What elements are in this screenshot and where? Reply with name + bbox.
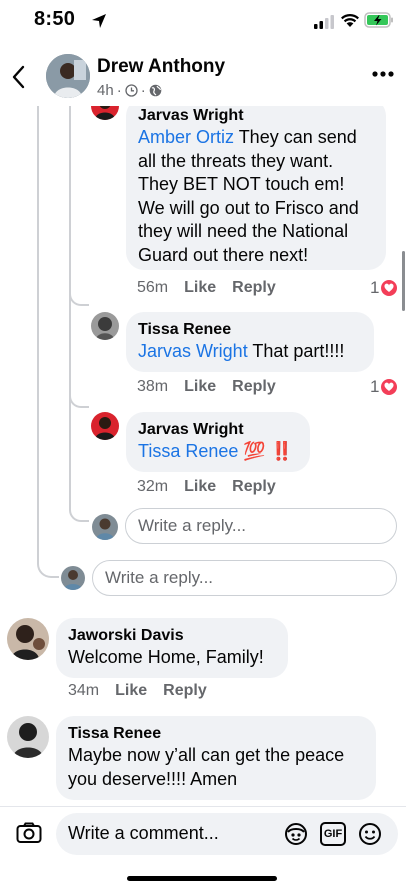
reply-input[interactable]: Write a reply... bbox=[125, 508, 397, 544]
comment-text: Tissa Renee 💯 ‼️ bbox=[138, 440, 298, 464]
comment-time: 34m bbox=[68, 682, 100, 699]
comment-actions: 34m Like Reply bbox=[68, 682, 207, 700]
comment-text: Amber Ortiz They can send all the threats… bbox=[138, 127, 359, 265]
reply-input[interactable]: Write a reply... bbox=[92, 560, 397, 596]
commenter-name[interactable]: Jarvas Wright bbox=[138, 420, 298, 440]
comment-time: 32m bbox=[137, 478, 169, 495]
clock-icon bbox=[125, 84, 138, 97]
comment-bubble: Tissa Renee Jarvas Wright That part!!!! bbox=[126, 312, 374, 372]
comment-time: 56m bbox=[137, 279, 169, 296]
current-user-avatar bbox=[92, 514, 118, 540]
commenter-avatar[interactable] bbox=[7, 618, 49, 660]
thread-line-inner-curve-3 bbox=[69, 508, 89, 522]
comment-actions: 32m Like Reply bbox=[137, 478, 276, 496]
more-options-icon[interactable] bbox=[372, 70, 394, 78]
commenter-avatar[interactable] bbox=[91, 312, 119, 340]
like-button[interactable]: Like bbox=[184, 279, 216, 297]
battery-charging-icon bbox=[364, 12, 393, 28]
like-button[interactable]: Like bbox=[184, 478, 216, 496]
reply-button[interactable]: Reply bbox=[163, 682, 207, 700]
reply-button[interactable]: Reply bbox=[232, 378, 276, 396]
scroll-indicator[interactable] bbox=[402, 251, 405, 311]
reaction-count[interactable]: 1 bbox=[370, 377, 398, 397]
comment-time: 38m bbox=[137, 378, 169, 395]
commenter-name[interactable]: Jaworski Davis bbox=[68, 626, 276, 646]
wifi-icon bbox=[341, 13, 359, 27]
reply-button[interactable]: Reply bbox=[232, 279, 276, 297]
comment-bubble: Tissa Renee Maybe now y’all can get the … bbox=[56, 716, 376, 800]
commenter-name[interactable]: Jarvas Wright bbox=[138, 106, 374, 126]
commenter-avatar[interactable] bbox=[91, 412, 119, 440]
gif-icon[interactable]: GIF bbox=[320, 822, 346, 846]
commenter-name[interactable]: Tissa Renee bbox=[138, 320, 362, 340]
emoji-icon[interactable] bbox=[358, 822, 382, 846]
cellular-signal-icon bbox=[314, 15, 334, 29]
globe-icon bbox=[149, 84, 161, 97]
commenter-avatar[interactable] bbox=[91, 106, 119, 120]
like-button[interactable]: Like bbox=[115, 682, 147, 700]
home-indicator bbox=[127, 876, 277, 881]
status-time: 8:50 bbox=[34, 8, 76, 30]
comment-text: Maybe now y’all can get the peace you des… bbox=[68, 745, 345, 789]
commenter-name[interactable]: Tissa Renee bbox=[68, 724, 364, 744]
camera-icon[interactable] bbox=[16, 822, 42, 844]
post-author-name[interactable]: Drew Anthony bbox=[97, 56, 225, 78]
post-meta: 4h · · bbox=[97, 82, 162, 99]
comment-actions: 56m Like Reply bbox=[137, 279, 276, 297]
author-avatar[interactable] bbox=[46, 54, 90, 98]
post-time: 4h bbox=[97, 82, 114, 99]
emoji-text: 💯 ‼️ bbox=[243, 441, 294, 461]
comment-thread: Jarvas Wright Amber Ortiz They can send a… bbox=[0, 106, 406, 806]
love-reaction-icon bbox=[381, 280, 398, 296]
comment-bubble: Jarvas Wright Amber Ortiz They can send a… bbox=[126, 106, 386, 270]
comment-bubble: Jarvas Wright Tissa Renee 💯 ‼️ bbox=[126, 412, 310, 472]
comment-text: Jarvas Wright That part!!!! bbox=[138, 341, 345, 361]
comment-actions: 38m Like Reply bbox=[137, 378, 276, 396]
post-header: Drew Anthony 4h · · bbox=[0, 50, 406, 106]
thread-line-inner-curve-2 bbox=[69, 394, 89, 408]
comment-composer: Write a comment... GIF bbox=[0, 806, 406, 862]
thread-line-outer-curve bbox=[37, 562, 59, 578]
reaction-count[interactable]: 1 bbox=[370, 278, 398, 298]
location-arrow-icon bbox=[92, 14, 106, 28]
reply-button[interactable]: Reply bbox=[232, 478, 276, 496]
mention-link[interactable]: Tissa Renee bbox=[138, 441, 238, 461]
thread-line-outer bbox=[37, 106, 39, 564]
avatar-sticker-icon[interactable] bbox=[284, 822, 308, 846]
comment-bubble: Jaworski Davis Welcome Home, Family! bbox=[56, 618, 288, 678]
mention-link[interactable]: Amber Ortiz bbox=[138, 127, 234, 147]
mention-link[interactable]: Jarvas Wright bbox=[138, 341, 248, 361]
thread-line-inner bbox=[69, 106, 71, 510]
back-chevron-icon[interactable] bbox=[10, 64, 28, 90]
current-user-avatar bbox=[61, 566, 85, 590]
like-button[interactable]: Like bbox=[184, 378, 216, 396]
thread-line-inner-curve-1 bbox=[69, 292, 89, 306]
love-reaction-icon bbox=[381, 379, 398, 395]
comment-input[interactable]: Write a comment... GIF bbox=[56, 813, 398, 855]
status-bar: 8:50 bbox=[0, 0, 406, 44]
comment-text: Welcome Home, Family! bbox=[68, 647, 264, 667]
commenter-avatar[interactable] bbox=[7, 716, 49, 758]
